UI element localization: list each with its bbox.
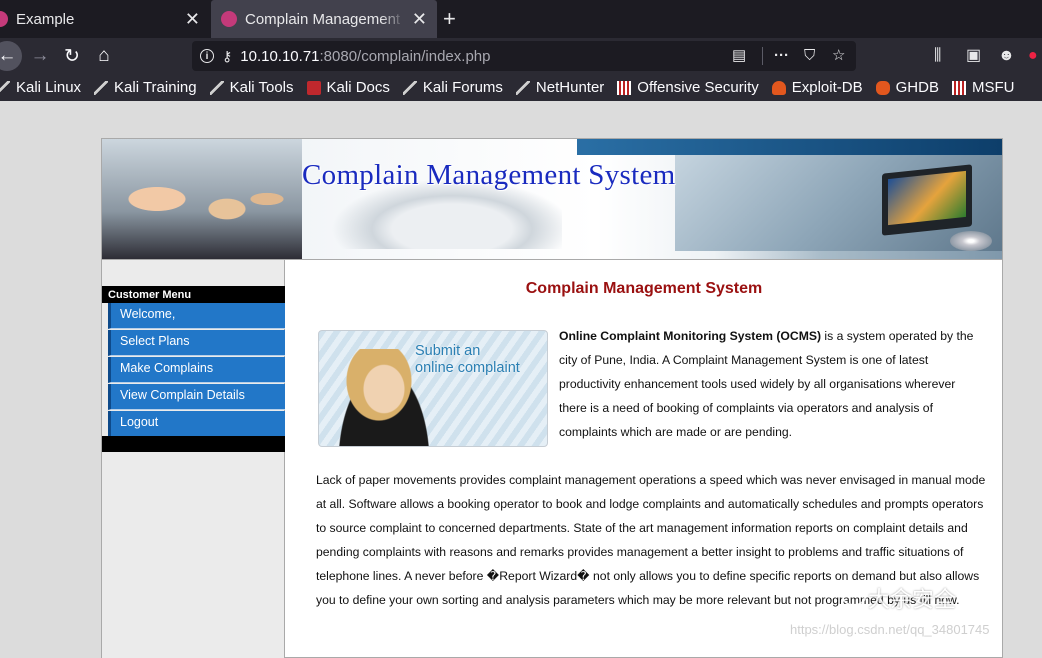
close-icon[interactable]: ✕ bbox=[185, 9, 200, 29]
bookmark-label: Offensive Security bbox=[637, 79, 759, 96]
wechat-icon bbox=[842, 588, 866, 606]
menu-title: Customer Menu bbox=[102, 286, 285, 303]
content-title: Complain Management System bbox=[525, 280, 763, 297]
menu-item-select-plans[interactable]: Select Plans bbox=[108, 330, 285, 356]
home-icon[interactable]: ⌂ bbox=[90, 42, 118, 70]
bookmark-kali-docs[interactable]: Kali Docs bbox=[306, 79, 390, 96]
intro-paragraph: Online Complaint Monitoring System (OCMS… bbox=[559, 324, 979, 444]
web-page: Complain Management System Customer Menu… bbox=[0, 101, 1042, 658]
library-icon[interactable]: ⫼ bbox=[934, 47, 941, 65]
key-icon: ⚷ bbox=[222, 47, 233, 64]
reader-view-icon[interactable]: ▤ bbox=[732, 47, 746, 65]
bookmark-kali-forums[interactable]: Kali Forums bbox=[402, 79, 503, 96]
info-icon[interactable]: i bbox=[200, 49, 214, 63]
tab-favicon-icon bbox=[221, 11, 237, 27]
sidebar-icon[interactable]: ▣ bbox=[966, 47, 981, 65]
banner-title: Complain Management System bbox=[302, 159, 676, 191]
submit-complaint-text: Submit an online complaint bbox=[415, 343, 520, 377]
bookmark-label: Kali Tools bbox=[229, 79, 294, 96]
tab-complain[interactable]: Complain Management S ✕ bbox=[211, 0, 437, 38]
bookmark-label: Kali Docs bbox=[326, 79, 390, 96]
bookmark-nethunter[interactable]: NetHunter bbox=[515, 79, 605, 96]
submit-complaint-banner[interactable]: Submit an online complaint bbox=[318, 330, 548, 447]
watermark-url: https://blog.csdn.net/qq_34801745 bbox=[790, 622, 990, 637]
bookmark-label: GHDB bbox=[895, 79, 939, 96]
more-dots-icon[interactable]: ··· bbox=[774, 47, 789, 65]
tab-favicon-icon bbox=[0, 11, 8, 27]
browser-chrome: Example ✕ Complain Management S ✕ + ← → … bbox=[0, 0, 1042, 101]
watermark-text: 大余安全 bbox=[868, 588, 957, 613]
menu-item-logout[interactable]: Logout bbox=[108, 411, 285, 437]
url-bar[interactable]: i ⚷ 10.10.10.71:8080/complain/index.php … bbox=[192, 41, 856, 71]
customer-sidebar: Customer Menu Welcome, Select Plans Make… bbox=[102, 260, 285, 658]
submit-line-2: online complaint bbox=[415, 360, 520, 376]
intro-bold: Online Complaint Monitoring System (OCMS… bbox=[559, 329, 822, 343]
cd-image bbox=[950, 231, 992, 251]
bookmark-label: Exploit-DB bbox=[791, 79, 863, 96]
tab-example[interactable]: Example ✕ bbox=[0, 0, 210, 38]
bookmark-label: NetHunter bbox=[535, 79, 605, 96]
url-path: :8080/complain/index.php bbox=[319, 47, 491, 65]
kali-icon bbox=[209, 80, 224, 95]
tab-label: Complain Management S bbox=[245, 10, 405, 28]
back-arrow-icon[interactable]: ← bbox=[0, 41, 22, 71]
docs-icon bbox=[306, 80, 321, 95]
site-frame: Complain Management System Customer Menu… bbox=[101, 138, 1003, 658]
bookmark-label: Kali Training bbox=[114, 79, 197, 96]
reload-icon[interactable]: ↻ bbox=[58, 42, 86, 70]
offsec-icon bbox=[951, 80, 966, 95]
bookmark-kali-tools[interactable]: Kali Tools bbox=[209, 79, 294, 96]
kali-icon bbox=[0, 80, 10, 95]
url-text[interactable]: 10.10.10.71:8080/complain/index.php bbox=[240, 48, 490, 65]
url-divider bbox=[762, 47, 763, 65]
call-center-image bbox=[102, 139, 302, 259]
banner-band bbox=[577, 139, 1002, 155]
kali-icon bbox=[402, 80, 417, 95]
url-host: 10.10.10.71 bbox=[240, 47, 320, 65]
account-icon[interactable]: ☻ bbox=[998, 47, 1015, 65]
laptop-image bbox=[882, 164, 972, 236]
menu-item-welcome[interactable]: Welcome, bbox=[108, 303, 285, 329]
intro-text: is a system operated by the city of Pune… bbox=[559, 329, 974, 439]
navigation-bar: ← → ↻ ⌂ i ⚷ 10.10.10.71:8080/complain/in… bbox=[0, 38, 1042, 74]
bookmark-star-icon[interactable]: ☆ bbox=[832, 47, 845, 65]
pocket-icon[interactable]: ⛉ bbox=[804, 47, 815, 65]
site-banner: Complain Management System bbox=[102, 139, 1002, 260]
exploitdb-icon bbox=[771, 80, 786, 95]
ghdb-icon bbox=[875, 80, 890, 95]
bookmark-label: Kali Forums bbox=[422, 79, 503, 96]
forward-arrow-icon[interactable]: → bbox=[26, 42, 54, 70]
tab-label: Example bbox=[16, 10, 75, 28]
bookmarks-bar: Kali Linux Kali Training Kali Tools Kali… bbox=[0, 74, 1042, 101]
submit-line-1: Submit an bbox=[415, 343, 481, 359]
menu-item-view-complain-details[interactable]: View Complain Details bbox=[108, 384, 285, 410]
bookmark-label: MSFU bbox=[971, 79, 1015, 96]
nethunter-icon bbox=[515, 80, 530, 95]
bookmark-kali-training[interactable]: Kali Training bbox=[94, 79, 197, 96]
bookmark-label: Kali Linux bbox=[16, 79, 82, 96]
bookmark-ghdb[interactable]: GHDB bbox=[875, 79, 939, 96]
menu-item-make-complains[interactable]: Make Complains bbox=[108, 357, 285, 383]
bookmark-exploit-db[interactable]: Exploit-DB bbox=[771, 79, 863, 96]
new-tab-plus-icon[interactable]: + bbox=[443, 7, 456, 31]
extension-icon[interactable]: ● bbox=[1028, 47, 1038, 65]
bookmark-kali-linux[interactable]: Kali Linux bbox=[0, 79, 81, 96]
close-icon[interactable]: ✕ bbox=[412, 9, 427, 29]
bookmark-msfu[interactable]: MSFU bbox=[951, 79, 1015, 96]
offsec-icon bbox=[617, 80, 632, 95]
bookmark-offensive-security[interactable]: Offensive Security bbox=[617, 79, 759, 96]
kali-icon bbox=[94, 80, 109, 95]
menu-footer-bar bbox=[102, 436, 285, 452]
